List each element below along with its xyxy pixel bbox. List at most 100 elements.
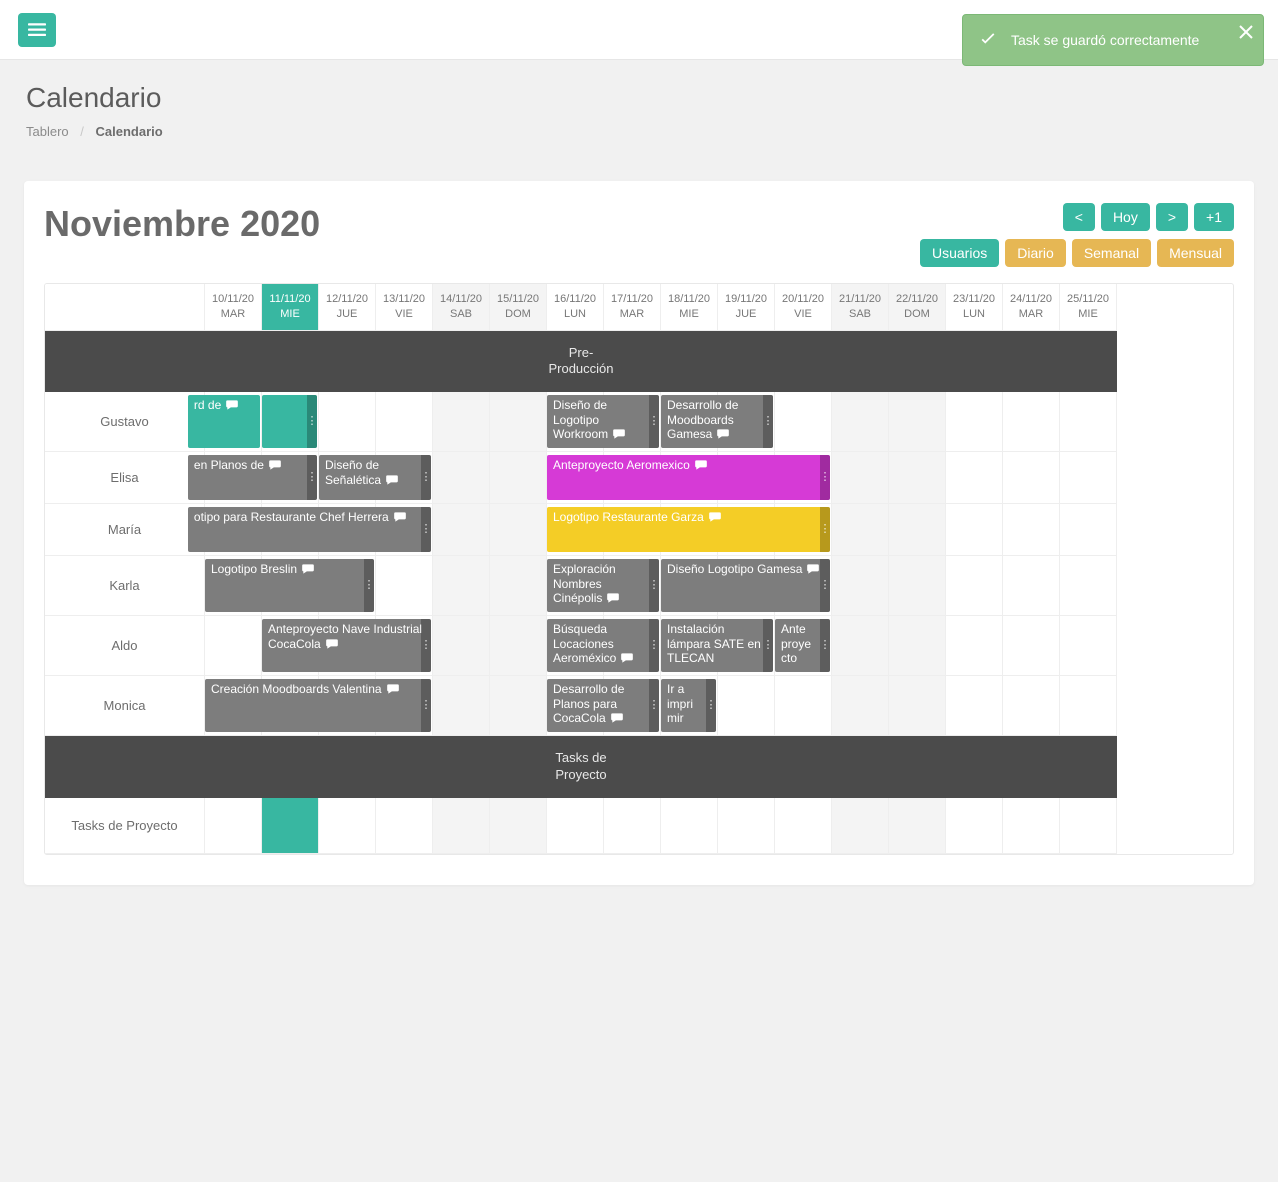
calendar-cell[interactable] — [433, 616, 490, 676]
calendar-cell[interactable] — [832, 556, 889, 616]
view-monthly-button[interactable]: Mensual — [1157, 239, 1234, 267]
task-resize-handle[interactable] — [649, 619, 659, 672]
calendar-cell[interactable] — [490, 616, 547, 676]
task-bar[interactable]: Ir a impri mir — [661, 679, 716, 732]
today-button[interactable]: Hoy — [1101, 203, 1150, 231]
calendar-cell[interactable] — [490, 392, 547, 452]
calendar-cell[interactable] — [433, 556, 490, 616]
calendar-cell[interactable] — [547, 798, 604, 854]
task-bar[interactable] — [262, 395, 317, 448]
task-bar[interactable]: en Planos de — [188, 455, 317, 500]
calendar-cell[interactable] — [718, 676, 775, 736]
close-icon[interactable] — [1239, 25, 1253, 39]
calendar-cell[interactable] — [832, 452, 889, 504]
calendar-cell[interactable] — [946, 676, 1003, 736]
calendar-cell[interactable] — [490, 556, 547, 616]
task-bar[interactable]: Diseño de Logotipo Workroom — [547, 395, 659, 448]
task-resize-handle[interactable] — [820, 559, 830, 612]
task-bar[interactable]: Anteproyecto Aeromexico — [547, 455, 830, 500]
calendar-cell[interactable] — [718, 798, 775, 854]
task-bar[interactable]: Diseño de Señalética — [319, 455, 431, 500]
task-resize-handle[interactable] — [649, 679, 659, 732]
calendar-cell[interactable] — [376, 556, 433, 616]
task-resize-handle[interactable] — [763, 395, 773, 448]
calendar-cell[interactable] — [1060, 392, 1117, 452]
calendar-cell[interactable] — [946, 452, 1003, 504]
calendar-cell[interactable] — [1060, 798, 1117, 854]
task-bar[interactable]: Logotipo Breslin — [205, 559, 374, 612]
task-resize-handle[interactable] — [820, 455, 830, 500]
task-resize-handle[interactable] — [820, 507, 830, 552]
task-resize-handle[interactable] — [307, 455, 317, 500]
calendar-cell[interactable] — [889, 452, 946, 504]
task-bar[interactable]: Creación Moodboards Valentina — [205, 679, 431, 732]
task-bar[interactable]: Exploración Nombres Cinépolis — [547, 559, 659, 612]
task-bar[interactable]: Anteproyecto Nave Industrial CocaCola — [262, 619, 431, 672]
calendar-cell[interactable] — [1060, 616, 1117, 676]
calendar-cell[interactable] — [490, 504, 547, 556]
calendar-cell[interactable] — [262, 798, 319, 854]
next-button[interactable]: > — [1156, 203, 1188, 231]
task-bar[interactable]: Desarrollo de Moodboards Gamesa — [661, 395, 773, 448]
calendar-cell[interactable] — [889, 676, 946, 736]
task-bar[interactable]: Desarrollo de Planos para CocaCola — [547, 679, 659, 732]
calendar-cell[interactable] — [946, 616, 1003, 676]
prev-button[interactable]: < — [1063, 203, 1095, 231]
calendar-cell[interactable] — [604, 798, 661, 854]
calendar-cell[interactable] — [376, 392, 433, 452]
calendar-cell[interactable] — [433, 452, 490, 504]
task-bar[interactable]: Ante proye cto — [775, 619, 830, 672]
view-users-button[interactable]: Usuarios — [920, 239, 999, 267]
calendar-cell[interactable] — [205, 798, 262, 854]
calendar-cell[interactable] — [946, 798, 1003, 854]
task-resize-handle[interactable] — [763, 619, 773, 672]
calendar-cell[interactable] — [832, 798, 889, 854]
calendar-cell[interactable] — [889, 392, 946, 452]
menu-toggle-button[interactable] — [18, 13, 56, 47]
calendar-cell[interactable] — [433, 504, 490, 556]
task-resize-handle[interactable] — [421, 619, 431, 672]
task-resize-handle[interactable] — [820, 619, 830, 672]
calendar-cell[interactable] — [1060, 452, 1117, 504]
calendar-cell[interactable] — [832, 504, 889, 556]
calendar-cell[interactable] — [1003, 616, 1060, 676]
calendar-cell[interactable] — [832, 616, 889, 676]
task-resize-handle[interactable] — [706, 679, 716, 732]
calendar-cell[interactable] — [661, 798, 718, 854]
calendar-cell[interactable] — [1003, 676, 1060, 736]
calendar-cell[interactable] — [1003, 392, 1060, 452]
calendar-cell[interactable] — [889, 556, 946, 616]
task-bar[interactable]: Diseño Logotipo Gamesa — [661, 559, 830, 612]
breadcrumb-root[interactable]: Tablero — [26, 124, 69, 139]
task-bar[interactable]: otipo para Restaurante Chef Herrera — [188, 507, 431, 552]
task-resize-handle[interactable] — [307, 395, 317, 448]
calendar-cell[interactable] — [775, 392, 832, 452]
calendar-cell[interactable] — [1060, 504, 1117, 556]
calendar-cell[interactable] — [433, 798, 490, 854]
view-weekly-button[interactable]: Semanal — [1072, 239, 1151, 267]
calendar-cell[interactable] — [319, 798, 376, 854]
task-resize-handle[interactable] — [421, 679, 431, 732]
calendar-cell[interactable] — [946, 556, 1003, 616]
calendar-cell[interactable] — [832, 676, 889, 736]
calendar-cell[interactable] — [1003, 798, 1060, 854]
task-bar[interactable]: Instalación lámpara SATE en TLECAN — [661, 619, 773, 672]
calendar-cell[interactable] — [775, 676, 832, 736]
calendar-cell[interactable] — [376, 798, 433, 854]
calendar-cell[interactable] — [433, 392, 490, 452]
calendar-cell[interactable] — [946, 504, 1003, 556]
calendar-cell[interactable] — [1003, 504, 1060, 556]
calendar-cell[interactable] — [490, 676, 547, 736]
calendar-cell[interactable] — [490, 798, 547, 854]
calendar-cell[interactable] — [433, 676, 490, 736]
calendar-cell[interactable] — [319, 392, 376, 452]
plus-one-button[interactable]: +1 — [1194, 203, 1234, 231]
task-bar[interactable]: Logotipo Restaurante Garza — [547, 507, 830, 552]
calendar-cell[interactable] — [490, 452, 547, 504]
calendar-cell[interactable] — [889, 798, 946, 854]
calendar-cell[interactable] — [946, 392, 1003, 452]
task-bar[interactable]: Búsqueda Locaciones Aeroméxico — [547, 619, 659, 672]
calendar-cell[interactable] — [1060, 556, 1117, 616]
task-resize-handle[interactable] — [649, 395, 659, 448]
task-resize-handle[interactable] — [421, 455, 431, 500]
